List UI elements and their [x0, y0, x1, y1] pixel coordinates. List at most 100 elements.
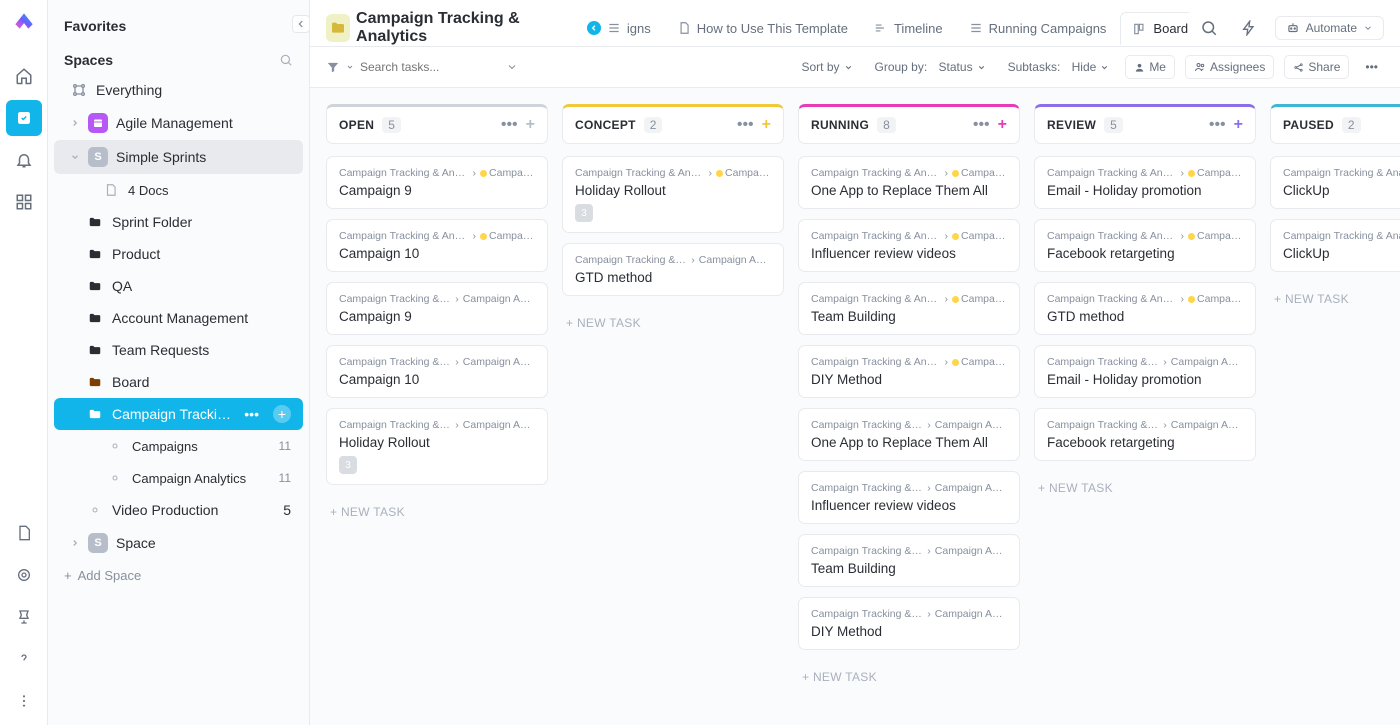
new-task-button[interactable]: + NEW TASK [562, 306, 784, 340]
space-item[interactable]: Agile Management [54, 106, 303, 140]
list-item[interactable]: Campaign Analytics11 [54, 462, 303, 494]
task-card[interactable]: Campaign Tracking & Analyti...›Campaig..… [326, 156, 548, 209]
task-card[interactable]: Campaign Tracking & Analyti...›Campaig..… [1034, 156, 1256, 209]
favorites-header[interactable]: Favorites [48, 4, 309, 40]
automate-button[interactable]: Automate [1275, 16, 1384, 40]
assignees-button[interactable]: Assignees [1185, 55, 1274, 79]
folder-item[interactable]: Product [54, 238, 303, 270]
card-title: Email - Holiday promotion [1047, 183, 1243, 198]
task-card[interactable]: Campaign Tracking & An...›Campaign Anal.… [562, 243, 784, 296]
docs-link[interactable]: 4 Docs [54, 174, 303, 206]
list-item[interactable]: Campaigns11 [54, 430, 303, 462]
task-search[interactable] [326, 60, 526, 74]
bolt-icon[interactable] [1235, 14, 1263, 42]
add-card-icon[interactable]: + [526, 117, 535, 133]
folder-item[interactable]: QA [54, 270, 303, 302]
column-header[interactable]: RUNNING8•••+ [798, 104, 1020, 144]
task-card[interactable]: Campaign Tracking & Analyti...›Campaig..… [1034, 282, 1256, 335]
view-tab[interactable]: Timeline [862, 13, 955, 44]
collapse-sidebar-button[interactable] [292, 15, 310, 33]
board-column: OPEN5•••+Campaign Tracking & Analyti...›… [326, 104, 548, 709]
filter-icon[interactable] [326, 60, 340, 74]
task-card[interactable]: Campaign Tracking & An...›Campaign Anal.… [798, 597, 1020, 650]
tasks-nav-icon[interactable] [6, 100, 42, 136]
add-card-icon[interactable]: + [998, 117, 1007, 133]
task-card[interactable]: Campaign Tracking & An...›Campaign Anal.… [798, 471, 1020, 524]
task-card[interactable]: Campaign Tracking & Analyti...›Campaig..… [798, 156, 1020, 209]
column-count: 5 [1104, 117, 1123, 133]
docs-nav-icon[interactable] [6, 515, 42, 551]
sort-button[interactable]: Sort by [795, 56, 858, 78]
task-card[interactable]: Campaign Tracking & Analyti...›Campaig..… [562, 156, 784, 233]
add-space-button[interactable]: + Add Space [48, 560, 309, 591]
column-menu-icon[interactable]: ••• [973, 117, 990, 133]
new-task-button[interactable]: + NEW TASK [798, 660, 1020, 694]
space-item[interactable]: SSimple Sprints [54, 140, 303, 174]
add-card-icon[interactable]: + [762, 117, 771, 133]
page-title[interactable]: Campaign Tracking & Analytics [356, 10, 569, 46]
goals-nav-icon[interactable] [6, 599, 42, 635]
group-button[interactable]: Group by: Status [869, 56, 992, 78]
column-menu-icon[interactable]: ••• [737, 117, 754, 133]
column-header[interactable]: PAUSED2•••+ [1270, 104, 1400, 144]
task-card[interactable]: Campaign Tracking & Analyti...›Campaig..… [798, 282, 1020, 335]
search-icon[interactable] [1195, 14, 1223, 42]
view-tab[interactable]: Running Campaigns [957, 13, 1119, 44]
task-card[interactable]: Campaign Tracking & An...›Campaign Anal.… [1034, 408, 1256, 461]
folder-item[interactable]: Video Production5 [54, 494, 303, 526]
folder-item[interactable]: Board [54, 366, 303, 398]
folder-item[interactable]: Team Requests [54, 334, 303, 366]
task-card[interactable]: Campaign Tracking & Analyti...›Campaig..… [326, 219, 548, 272]
search-spaces-icon[interactable] [279, 53, 293, 67]
task-card[interactable]: Campaign Tracking & An...›Campaign Anal.… [798, 408, 1020, 461]
apps-nav-icon[interactable] [6, 184, 42, 220]
view-tab[interactable]: Board [1120, 12, 1188, 45]
everything-item[interactable]: Everything [54, 74, 303, 106]
task-card[interactable]: Campaign Tracking & An...›Campaign Anal.… [326, 408, 548, 485]
spaces-header[interactable]: Spaces [48, 40, 309, 74]
column-header[interactable]: REVIEW5•••+ [1034, 104, 1256, 144]
task-card[interactable]: Campaign Tracking & An...›Campaign Anal.… [326, 282, 548, 335]
space-item[interactable]: SSpace [54, 526, 303, 560]
notifications-nav-icon[interactable] [6, 142, 42, 178]
pulse-nav-icon[interactable] [6, 557, 42, 593]
task-card[interactable]: Campaign Tracking & Ana...ClickUp [1270, 156, 1400, 209]
me-filter-button[interactable]: Me [1125, 55, 1175, 79]
column-menu-icon[interactable]: ••• [501, 117, 518, 133]
task-card[interactable]: Campaign Tracking & An...›Campaign Anal.… [1034, 345, 1256, 398]
more-icon[interactable]: ••• [244, 406, 259, 422]
new-task-button[interactable]: + NEW TASK [326, 495, 548, 529]
view-icon [969, 21, 983, 35]
folder-item[interactable]: Sprint Folder [54, 206, 303, 238]
home-nav-icon[interactable] [6, 58, 42, 94]
task-card[interactable]: Campaign Tracking & Analyti...›Campaig..… [798, 345, 1020, 398]
task-card[interactable]: Campaign Tracking & An...›Campaign Anal.… [326, 345, 548, 398]
more-nav-icon[interactable] [6, 683, 42, 719]
view-tab[interactable]: How to Use This Template [665, 13, 860, 44]
task-card[interactable]: Campaign Tracking & Ana...ClickUp [1270, 219, 1400, 272]
task-card[interactable]: Campaign Tracking & Analyti...›Campaig..… [798, 219, 1020, 272]
view-tab[interactable]: igns [575, 13, 663, 44]
column-name: CONCEPT [575, 118, 636, 132]
share-button[interactable]: Share [1284, 55, 1349, 79]
column-header[interactable]: OPEN5•••+ [326, 104, 548, 144]
column-menu-icon[interactable]: ••• [1209, 117, 1226, 133]
arrow-left-icon [587, 21, 601, 35]
task-card[interactable]: Campaign Tracking & Analyti...›Campaig..… [1034, 219, 1256, 272]
folder-item[interactable]: Campaign Tracking & Analy...•••+ [54, 398, 303, 430]
subtasks-button[interactable]: Subtasks: Hide [1002, 56, 1116, 78]
chevron-down-icon[interactable] [506, 61, 518, 73]
board[interactable]: OPEN5•••+Campaign Tracking & Analyti...›… [310, 88, 1400, 725]
folder-item[interactable]: Account Management [54, 302, 303, 334]
space-name: Space [116, 535, 156, 551]
help-nav-icon[interactable] [6, 641, 42, 677]
add-icon[interactable]: + [273, 405, 291, 423]
new-task-button[interactable]: + NEW TASK [1034, 471, 1256, 505]
column-header[interactable]: CONCEPT2•••+ [562, 104, 784, 144]
card-title: Facebook retargeting [1047, 435, 1243, 450]
add-card-icon[interactable]: + [1234, 117, 1243, 133]
task-card[interactable]: Campaign Tracking & An...›Campaign Anal.… [798, 534, 1020, 587]
new-task-button[interactable]: + NEW TASK [1270, 282, 1400, 316]
more-options-icon[interactable]: ••• [1359, 56, 1384, 78]
search-input[interactable] [360, 60, 500, 74]
